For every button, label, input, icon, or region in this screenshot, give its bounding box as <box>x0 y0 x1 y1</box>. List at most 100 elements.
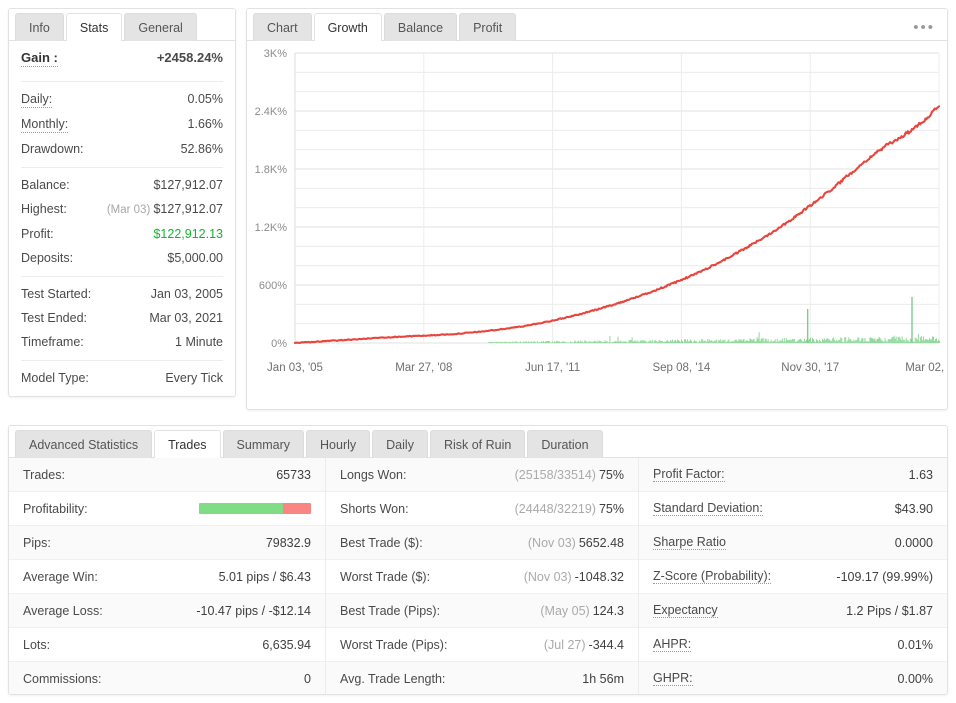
tab-trades[interactable]: Trades <box>154 430 220 458</box>
volume-bar <box>515 342 516 343</box>
stat-label[interactable]: Monthly: <box>21 117 68 133</box>
volume-bar <box>671 341 672 343</box>
volume-bar <box>829 340 830 343</box>
tab-advanced-statistics[interactable]: Advanced Statistics <box>15 430 152 458</box>
tab-info[interactable]: Info <box>15 13 64 41</box>
volume-bar <box>523 342 524 343</box>
volume-bar <box>921 336 922 343</box>
volume-bar <box>727 340 728 343</box>
stat-label: Deposits: <box>21 250 73 266</box>
volume-bar <box>856 340 857 343</box>
tab-hourly[interactable]: Hourly <box>306 430 370 458</box>
table-row-value-prefix: (May 05) <box>540 604 589 618</box>
divider <box>21 360 223 361</box>
tab-summary[interactable]: Summary <box>223 430 304 458</box>
stat-label-gain[interactable]: Gain : <box>21 51 58 67</box>
volume-bar <box>697 342 698 343</box>
volume-bar <box>896 337 897 343</box>
volume-bar <box>888 339 889 343</box>
table-row-label[interactable]: Z-Score (Probability): <box>653 569 771 584</box>
tab-daily[interactable]: Daily <box>372 430 428 458</box>
volume-bar <box>744 342 745 343</box>
volume-bar <box>797 341 798 343</box>
volume-bar <box>919 341 920 343</box>
table-row-value-text: 1h 56m <box>582 672 624 686</box>
volume-bar <box>650 340 651 343</box>
tab-general[interactable]: General <box>124 13 196 41</box>
volume-bar <box>826 339 827 343</box>
volume-bar <box>606 341 607 343</box>
volume-bar <box>731 341 732 343</box>
tab-chart[interactable]: Chart <box>253 13 312 41</box>
volume-bar <box>710 341 711 343</box>
volume-bar <box>903 340 904 343</box>
table-row-label[interactable]: Profit Factor: <box>653 467 725 482</box>
volume-bar <box>726 342 727 343</box>
volume-bar <box>527 342 528 343</box>
volume-bar <box>518 342 519 343</box>
tab-profit[interactable]: Profit <box>459 13 516 41</box>
volume-bar <box>906 338 907 343</box>
volume-bar <box>689 341 690 343</box>
volume-bar <box>579 342 580 343</box>
table-row-value-text: -1048.32 <box>575 570 624 584</box>
volume-bar <box>905 341 906 343</box>
tab-balance[interactable]: Balance <box>384 13 457 41</box>
volume-bar <box>595 341 596 343</box>
volume-bar <box>605 342 606 343</box>
more-options-icon[interactable]: ••• <box>913 23 935 33</box>
table-row-label[interactable]: GHPR: <box>653 671 693 686</box>
tab-growth[interactable]: Growth <box>314 13 382 41</box>
volume-bar <box>631 340 632 343</box>
volume-bar <box>811 341 812 343</box>
volume-bar <box>739 340 740 343</box>
volume-bar <box>674 340 675 343</box>
volume-bar <box>725 342 726 343</box>
volume-bar <box>572 342 573 343</box>
table-row-value: 0.01% <box>898 638 933 652</box>
volume-bar <box>790 340 791 343</box>
volume-bar <box>569 342 570 343</box>
table-row-label[interactable]: Sharpe Ratio <box>653 535 726 550</box>
table-row-label: Average Win: <box>23 570 98 584</box>
table-row-label[interactable]: Expectancy <box>653 603 718 618</box>
table-row-label[interactable]: Standard Deviation: <box>653 501 763 516</box>
volume-bar <box>742 340 743 343</box>
tab-duration[interactable]: Duration <box>527 430 602 458</box>
volume-bar <box>598 341 599 343</box>
volume-bar <box>504 342 505 343</box>
volume-bar <box>861 338 862 343</box>
tab-risk-of-ruin[interactable]: Risk of Ruin <box>430 430 525 458</box>
stat-value: 1.66% <box>188 116 223 132</box>
table-row-label[interactable]: AHPR: <box>653 637 691 652</box>
volume-bar <box>576 342 577 343</box>
volume-bar <box>779 341 780 343</box>
table-row-value-text: 1.2 Pips / $1.87 <box>846 604 933 618</box>
volume-bar <box>892 337 893 343</box>
volume-bar <box>762 338 763 343</box>
stat-value-text: Mar 03, 2021 <box>149 311 223 325</box>
volume-bar <box>934 341 935 343</box>
table-row-value: (25158/33514)75% <box>515 468 624 482</box>
volume-bar <box>532 342 533 343</box>
stat-value: 0.05% <box>188 91 223 107</box>
volume-bar <box>795 342 796 343</box>
stat-value-text: 0.05% <box>188 92 223 106</box>
volume-bar <box>831 341 832 343</box>
table-row-value-text: 0.00% <box>898 672 933 686</box>
volume-bar <box>549 341 550 343</box>
volume-bar <box>531 341 532 343</box>
stat-value: (Mar 03) $127,912.07 <box>107 201 223 218</box>
volume-bar <box>619 342 620 343</box>
volume-bar <box>528 341 529 343</box>
volume-bar <box>812 338 813 343</box>
tab-stats[interactable]: Stats <box>66 13 123 41</box>
volume-bar <box>635 340 636 343</box>
volume-bar <box>842 342 843 343</box>
volume-bar <box>823 340 824 343</box>
volume-bar <box>670 340 671 343</box>
table-row-value: -109.17 (99.99%) <box>836 570 933 584</box>
stat-label[interactable]: Daily: <box>21 92 52 108</box>
volume-bar <box>673 341 674 343</box>
volume-bar <box>802 341 803 343</box>
